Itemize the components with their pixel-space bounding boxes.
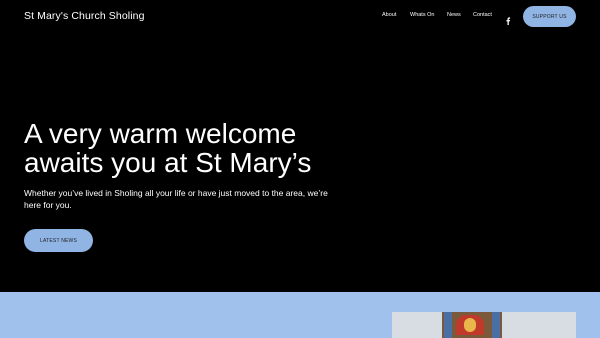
nav-contact[interactable]: Contact: [473, 12, 492, 18]
stained-glass-image: [392, 312, 576, 338]
facebook-icon[interactable]: [505, 12, 511, 25]
nav-about[interactable]: About: [382, 12, 396, 18]
site-title[interactable]: St Mary's Church Sholing: [24, 10, 145, 22]
nav-whats-on[interactable]: Whats On: [410, 12, 434, 18]
site-header: St Mary's Church Sholing About Whats On …: [0, 0, 600, 34]
window-panel-left: [444, 312, 452, 338]
support-us-button[interactable]: SUPPORT US: [523, 6, 576, 27]
window-panel-right: [492, 312, 500, 338]
window-gold-figure: [464, 318, 476, 332]
latest-news-button[interactable]: LATEST NEWS: [24, 229, 93, 252]
hero-headline: A very warm welcome awaits you at St Mar…: [24, 118, 312, 178]
hero-subtext: Whether you’ve lived in Sholing all your…: [24, 188, 328, 210]
nav-news[interactable]: News: [447, 12, 461, 18]
